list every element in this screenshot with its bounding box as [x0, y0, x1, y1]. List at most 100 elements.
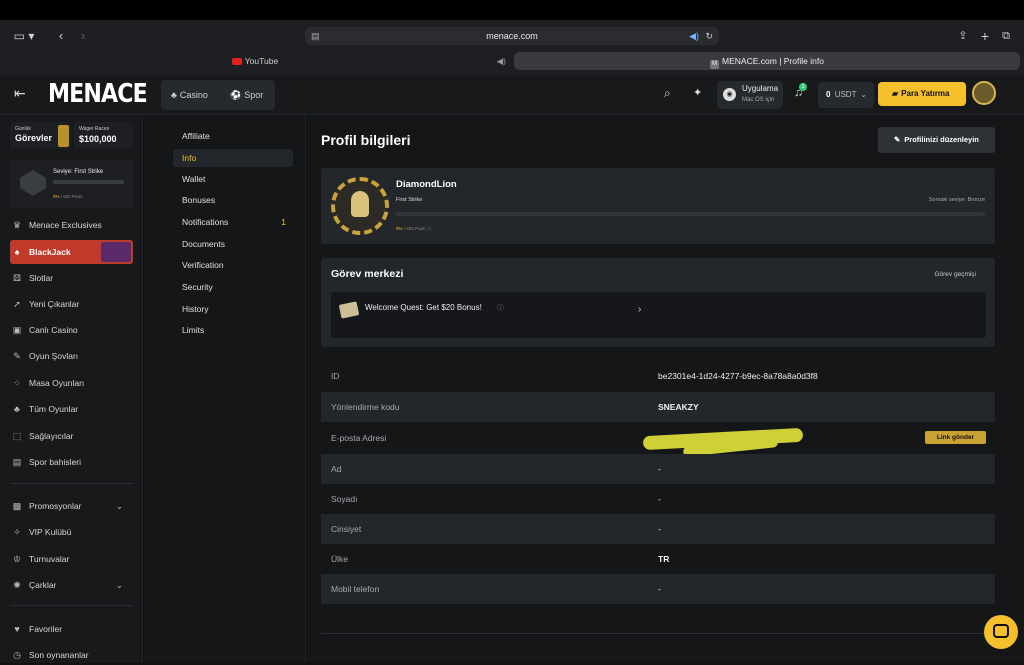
level-progress-text: 0% [53, 194, 60, 199]
app-subtitle: Mac OS için [742, 97, 775, 103]
notifications-badge: 1 [281, 217, 286, 227]
menace-logo[interactable]: MENACE [48, 79, 148, 109]
sidebar-item-vip-club[interactable]: ✧ VIP Kulübü [10, 522, 133, 542]
sidebar: Günlük Görevler Wager Races $100,000 Sev… [0, 115, 143, 663]
reload-icon[interactable]: ↻ [705, 27, 713, 45]
sidebar-item-promotions[interactable]: ▩ Promosyonlar ⌄ [10, 496, 133, 516]
providers-icon: ⬚ [12, 431, 22, 441]
tab-youtube[interactable]: YouTube ◀) [0, 52, 510, 70]
menu-item-documents[interactable]: Documents [173, 235, 293, 253]
profile-avatar [331, 177, 389, 235]
pencil-icon: ✎ [894, 135, 901, 144]
balance-selector[interactable]: 0 USDT ⌄ [818, 82, 874, 108]
slots-icon: ⚄ [13, 273, 21, 283]
trophy-icon: ♔ [12, 554, 22, 564]
menace-favicon-icon: M [710, 60, 720, 69]
cards-icon: ♠ [14, 247, 20, 257]
sidebar-item-favorites[interactable]: ♥ Favoriler [10, 619, 133, 639]
send-link-button[interactable]: Link gönder [925, 431, 986, 444]
sidebar-item-providers[interactable]: ⬚ Sağlayıcılar [10, 426, 133, 446]
quest-history-link[interactable]: Görev geçmişi [934, 271, 976, 278]
daily-quests-banner[interactable]: Günlük Görevler [10, 122, 71, 149]
quest-title: Görev merkezi [331, 268, 404, 280]
menu-item-limits[interactable]: Limits [173, 321, 293, 339]
search-icon[interactable]: ⌕ [664, 86, 671, 101]
sidebar-item-all-games[interactable]: ♣ Tüm Oyunlar [10, 399, 133, 419]
browser-chrome: ▭ ▾ ‹ › ▤ menace.com ◀) ↻ ⇪ + ⧉ YouTube … [0, 20, 1024, 75]
sidebar-item-wheels[interactable]: ✺ Çarklar ⌄ [10, 575, 133, 595]
money-icon [338, 301, 360, 319]
info-icon[interactable]: ⓘ [427, 226, 432, 231]
app-title: Uygulama [742, 84, 779, 93]
forward-icon[interactable]: › [74, 27, 92, 45]
wheel-icon: ✺ [13, 580, 21, 590]
crown-icon: ♛ [12, 220, 22, 230]
tab-overview-icon[interactable]: ⧉ [998, 27, 1014, 45]
audio-icon[interactable]: ◀) [689, 27, 699, 45]
app-download-button[interactable]: ◉ Uygulama Mac OS için [717, 81, 783, 109]
new-tab-icon[interactable]: + [978, 27, 992, 45]
address-bar[interactable]: ▤ menace.com ◀) ↻ [305, 27, 719, 45]
wallet-icon: ▰ [892, 89, 899, 98]
user-avatar[interactable] [972, 81, 996, 105]
table-icon: ⁘ [13, 378, 21, 388]
sidebar-item-table-games[interactable]: ⁘ Masa Oyunları [10, 373, 133, 393]
blackjack-art [101, 242, 131, 262]
ball-icon: ⚽ [230, 90, 242, 100]
deposit-button[interactable]: ▰ Para Yatırma [878, 82, 966, 106]
wager-races-banner[interactable]: Wager Races $100,000 [74, 122, 133, 149]
info-row-email: E-posta Adresi mail.com Link gönder [321, 423, 995, 457]
page-title: Profil bilgileri [321, 132, 411, 148]
sidebar-item-exclusives[interactable]: ♛ Menace Exclusives [10, 215, 133, 235]
quest-center: Görev merkezi Görev geçmişi Welcome Ques… [321, 258, 995, 347]
sidebar-divider [10, 483, 133, 484]
sidebar-item-blackjack[interactable]: ♠ BlackJack [10, 240, 133, 264]
reader-icon[interactable]: ▤ [311, 27, 320, 45]
chat-button[interactable] [984, 615, 1018, 649]
info-icon[interactable]: ⓘ [497, 303, 504, 313]
promo-icon: ▩ [12, 501, 22, 511]
youtube-icon [231, 58, 242, 65]
progress-text: 0% [396, 226, 403, 231]
sidebar-item-recent[interactable]: ◷ Son oynananlar [10, 645, 133, 665]
level-label: Seviye: [53, 169, 73, 175]
username: DiamondLion [396, 179, 457, 190]
trophy-icon [351, 191, 369, 217]
collapse-menu-icon[interactable]: ⇤ [14, 85, 26, 102]
sidebar-item-game-shows[interactable]: ✎ Oyun Şovları [10, 346, 133, 366]
menu-item-bonuses[interactable]: Bonuses [173, 191, 293, 209]
share-icon[interactable]: ⇪ [956, 27, 970, 45]
sidebar-item-sports-betting[interactable]: ▤ Spor bahisleri [10, 452, 133, 472]
tab-menace[interactable]: M MENACE.com | Profile info [514, 52, 1020, 70]
sidebar-item-live-casino[interactable]: ▣ Canlı Casino [10, 320, 133, 340]
level-progress-bar [53, 180, 124, 184]
menu-item-affiliate[interactable]: Affiliate [173, 127, 293, 145]
edit-profile-button[interactable]: ✎ Profilinizi düzenleyin [878, 127, 995, 153]
back-icon[interactable]: ‹ [52, 27, 70, 45]
menu-item-security[interactable]: Security [173, 278, 293, 296]
nav-casino[interactable]: ♣ Casino [167, 83, 219, 107]
menu-item-verification[interactable]: Verification [173, 256, 293, 274]
clock-icon: ◷ [13, 650, 21, 660]
all-games-icon: ♣ [14, 404, 20, 414]
level-card[interactable]: Seviye: First Strike 0% / 500 Puan [10, 160, 133, 208]
nav-spor[interactable]: ⚽ Spor [228, 83, 272, 107]
sidebar-item-slots[interactable]: ⚄ Slotlar [10, 268, 133, 288]
sidebar-toggle-icon[interactable]: ▭ ▾ [10, 27, 38, 45]
gift-icon[interactable]: ✦ [693, 86, 702, 99]
menu-item-wallet[interactable]: Wallet [173, 170, 293, 188]
quest-item[interactable]: Welcome Quest: Get $20 Bonus! ⓘ › [331, 292, 986, 338]
balance-currency: USDT [834, 90, 857, 99]
apple-icon: ◉ [723, 88, 736, 101]
heart-icon: ♥ [14, 624, 20, 634]
menu-item-history[interactable]: History [173, 300, 293, 318]
tab-audio-icon[interactable]: ◀) [497, 52, 506, 70]
sidebar-item-new-releases[interactable]: ➚ Yeni Çıkanlar [10, 294, 133, 314]
level-name: First Strike [74, 169, 104, 175]
chevron-right-icon: › [638, 304, 642, 315]
menu-item-info[interactable]: Info [173, 149, 293, 167]
info-row-country: Ülke TR [331, 554, 670, 564]
sidebar-item-tournaments[interactable]: ♔ Turnuvalar [10, 549, 133, 569]
info-row-first-name: Ad - [321, 454, 995, 484]
menu-item-notifications[interactable]: Notifications 1 [173, 213, 293, 231]
